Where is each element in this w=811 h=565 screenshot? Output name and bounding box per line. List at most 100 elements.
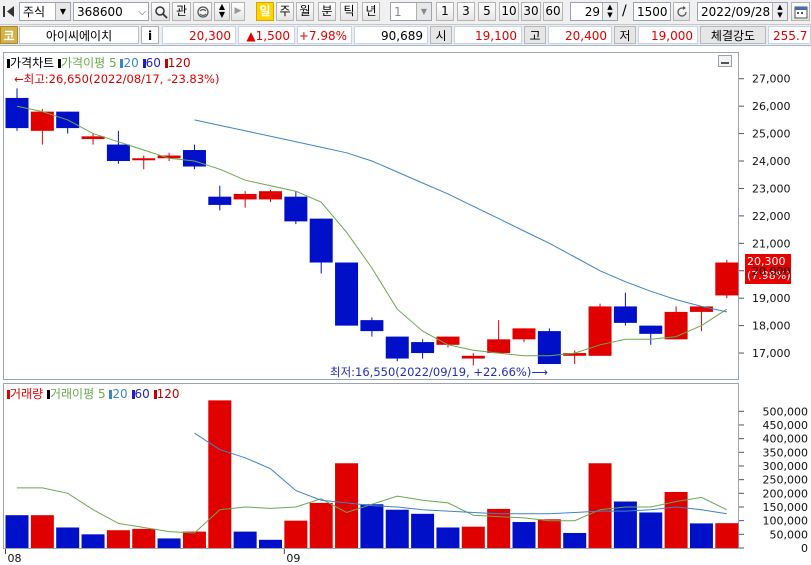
- volume-chart-panel[interactable]: [3, 383, 739, 549]
- stock-name: 아이씨에이치: [19, 26, 139, 44]
- trade-volume: 90,689: [354, 26, 428, 44]
- volume-axis-label: 400,000: [763, 433, 809, 446]
- total-refresh-button[interactable]: [673, 2, 690, 21]
- volume-axis-label: 0: [801, 542, 808, 555]
- open-price-value: 19,100: [475, 29, 517, 43]
- price-panel-minimize-button[interactable]: [718, 55, 732, 67]
- trade-volume-value: 90,689: [381, 29, 423, 43]
- x-axis-label: 08: [8, 552, 22, 565]
- market-select-value: 주식: [23, 5, 46, 19]
- price-legend: 가격차트 가격이평 5 20 60 120: [7, 54, 191, 71]
- price-chart-panel[interactable]: [3, 52, 739, 380]
- period-day-label: 일: [259, 4, 271, 18]
- chevron-down-icon: ▼: [416, 3, 431, 20]
- chevron-down-icon: ▼: [55, 3, 70, 20]
- market-tag: 코: [0, 26, 18, 44]
- info-icon: i: [147, 29, 153, 43]
- current-price-tag: 20,300 (7.98%): [745, 254, 791, 284]
- watchlist-button[interactable]: 관: [172, 2, 191, 21]
- panel-toggle-icon[interactable]: [2, 4, 16, 19]
- strength-label-text: 체결강도: [710, 29, 756, 43]
- period-tick-label: 틱: [343, 4, 355, 18]
- volume-ma-label[interactable]: 거래이평: [50, 387, 94, 401]
- interval-60-label: 60: [545, 4, 561, 18]
- spinner-down-icon[interactable]: ▼: [215, 11, 229, 19]
- price-ma-60[interactable]: 60: [146, 56, 161, 70]
- count-spinner-icon[interactable]: ▲ ▼: [602, 3, 617, 20]
- period-minute-label: 분: [321, 4, 333, 18]
- search-button[interactable]: [151, 2, 170, 21]
- volume-axis-label: 200,000: [763, 487, 809, 500]
- price-ma-label[interactable]: 가격이평: [61, 56, 105, 70]
- price-change-value: ▲1,500: [246, 29, 290, 43]
- high-price: 20,400: [548, 26, 612, 44]
- interval-3-label: 3: [462, 4, 470, 18]
- date-input[interactable]: 2022/09/28 ▲ ▼: [697, 2, 788, 21]
- interval-5-button[interactable]: 5: [478, 2, 496, 21]
- current-price-tag-value: 20,300: [747, 255, 786, 268]
- strength-value: 255.7: [768, 26, 811, 44]
- period-week-button[interactable]: 주: [276, 2, 294, 21]
- interval-30-button[interactable]: 30: [521, 2, 541, 21]
- low-label-text: 저: [619, 29, 631, 43]
- volume-ma-5[interactable]: 5: [98, 387, 106, 401]
- interval-30-label: 30: [523, 4, 539, 18]
- volume-axis-label: 150,000: [763, 501, 809, 514]
- chart-toolbar: 주식 ▼ 368600 ⌵ 관 ▲ ▼ ▶ 일 주 월 분 틱 년 1 ▼ 1 …: [0, 0, 811, 25]
- interval-1-button[interactable]: 1: [436, 2, 454, 21]
- display-count-value: 29: [584, 5, 600, 19]
- calendar-button[interactable]: [791, 2, 810, 21]
- volume-ma-20[interactable]: 20: [112, 387, 127, 401]
- quote-info-bar: 코 아이씨에이치 i 20,300 ▲1,500 +7.98% 90,689 시…: [0, 25, 811, 46]
- date-value: 2022/09/28: [701, 5, 771, 19]
- low-price-value: 19,000: [651, 29, 693, 43]
- price-ma-20[interactable]: 20: [123, 56, 138, 70]
- period-year-button[interactable]: 년: [362, 2, 380, 21]
- period-week-label: 주: [279, 4, 291, 18]
- refresh-icon: [676, 6, 687, 17]
- open-label-text: 시: [435, 29, 447, 43]
- volume-axis-label: 50,000: [770, 528, 809, 541]
- price-ma-120[interactable]: 120: [168, 56, 191, 70]
- total-count-value: 1500: [637, 5, 668, 19]
- link-button[interactable]: [193, 2, 212, 21]
- period-year-label: 년: [365, 4, 377, 18]
- price-change-percent-value: +7.98%: [298, 29, 347, 43]
- period-tick-button[interactable]: 틱: [340, 2, 358, 21]
- volume-axis-label: 250,000: [763, 474, 809, 487]
- link-icon: [196, 6, 209, 18]
- interval-60-button[interactable]: 60: [543, 2, 563, 21]
- volume-axis-label: 100,000: [763, 515, 809, 528]
- interval-select[interactable]: 1 ▼: [390, 2, 432, 21]
- stock-info-button[interactable]: i: [141, 26, 159, 44]
- period-day-button[interactable]: 일: [256, 2, 274, 21]
- up-down-spinner[interactable]: ▲ ▼: [214, 2, 230, 21]
- chevron-down-icon: ⌵: [138, 7, 146, 18]
- strength-label: 체결강도: [700, 26, 766, 44]
- interval-select-value: 1: [394, 5, 402, 19]
- x-axis-label: 09: [286, 552, 300, 565]
- price-legend-title[interactable]: 가격차트: [10, 56, 54, 70]
- minimize-icon: [721, 62, 729, 64]
- count-separator: /: [622, 3, 627, 19]
- price-ma-5[interactable]: 5: [109, 56, 117, 70]
- date-spinner-icon[interactable]: ▲ ▼: [772, 3, 787, 20]
- high-label-text: 고: [529, 29, 541, 43]
- current-price-tag-percent: (7.98%): [747, 269, 791, 282]
- interval-3-button[interactable]: 3: [457, 2, 475, 21]
- stock-code-input[interactable]: 368600 ⌵: [73, 2, 149, 21]
- display-count-input[interactable]: 29 ▲ ▼: [570, 2, 618, 21]
- volume-ma-120[interactable]: 120: [157, 387, 180, 401]
- interval-10-button[interactable]: 10: [499, 2, 519, 21]
- interval-1-label: 1: [441, 4, 449, 18]
- scroll-right-button[interactable]: ▶: [231, 2, 245, 21]
- interval-5-label: 5: [483, 4, 491, 18]
- volume-legend-title[interactable]: 거래량: [10, 387, 43, 401]
- volume-axis-label: 450,000: [763, 419, 809, 432]
- high-annotation: ←최고:26,650(2022/08/17, -23.83%): [14, 72, 220, 86]
- period-month-button[interactable]: 월: [296, 2, 314, 21]
- volume-ma-60[interactable]: 60: [135, 387, 150, 401]
- period-minute-button[interactable]: 분: [318, 2, 336, 21]
- market-select[interactable]: 주식 ▼: [19, 2, 71, 21]
- volume-axis-label: 350,000: [763, 446, 809, 459]
